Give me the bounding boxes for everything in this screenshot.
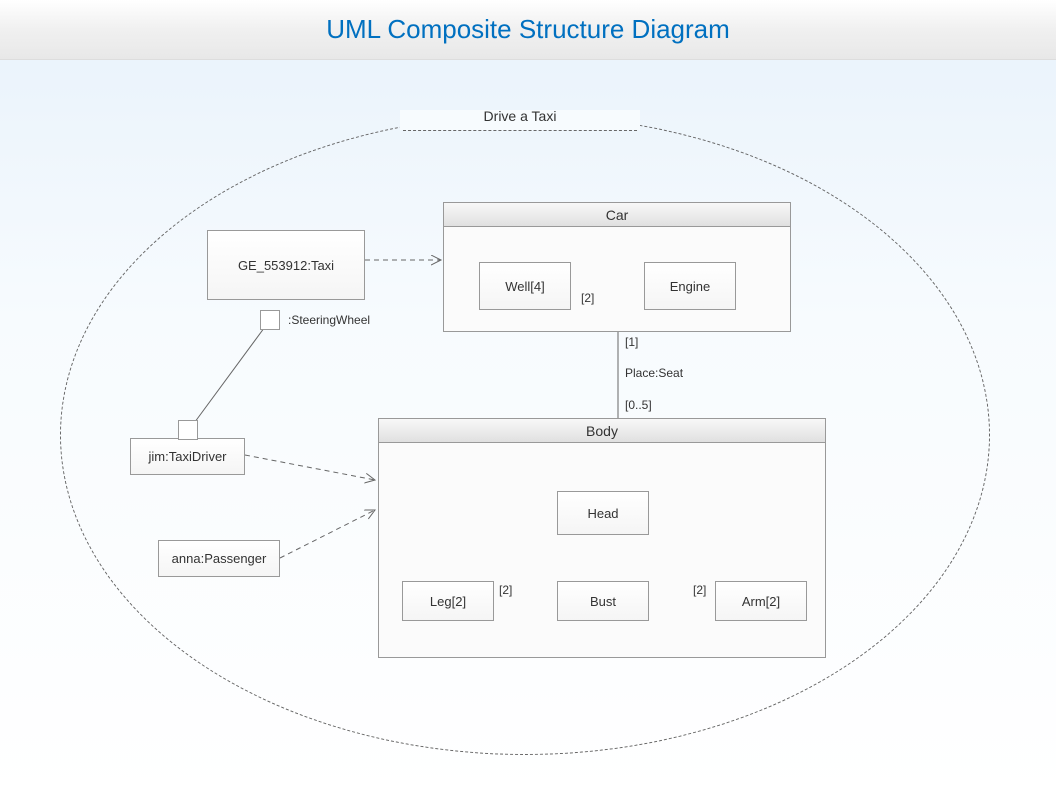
car-title: Car (444, 203, 790, 227)
seat-top-mult: [1] (625, 335, 638, 349)
arm-node: Arm[2] (715, 581, 807, 621)
car-body: Well[4] [2] Engine (444, 227, 790, 331)
head-node: Head (557, 491, 649, 535)
passenger-node: anna:Passenger (158, 540, 280, 577)
engine-label: Engine (670, 279, 710, 294)
taxi-label: GE_553912:Taxi (238, 258, 334, 273)
well-label: Well[4] (505, 279, 545, 294)
driver-port (178, 420, 198, 440)
bust-node: Bust (557, 581, 649, 621)
seat-label: Place:Seat (625, 366, 683, 380)
leg-label: Leg[2] (430, 594, 466, 609)
page-title: UML Composite Structure Diagram (326, 14, 730, 45)
page-header: UML Composite Structure Diagram (0, 0, 1056, 60)
leg-mult: [2] (499, 583, 512, 597)
taxi-port (260, 310, 280, 330)
diagram-canvas: Drive a Taxi GE_553912:Taxi :SteeringWhe… (0, 60, 1056, 794)
seat-bottom-mult: [0..5] (625, 398, 652, 412)
passenger-label: anna:Passenger (172, 551, 267, 566)
well-mult: [2] (581, 291, 594, 305)
head-label: Head (587, 506, 618, 521)
car-composite: Car Well[4] [2] Engine (443, 202, 791, 332)
taxi-node: GE_553912:Taxi (207, 230, 365, 300)
arm-mult: [2] (693, 583, 706, 597)
leg-node: Leg[2] (402, 581, 494, 621)
driver-label: jim:TaxiDriver (149, 449, 227, 464)
body-title: Body (379, 419, 825, 443)
collaboration-label: Drive a Taxi (403, 108, 637, 131)
steering-label: :SteeringWheel (288, 313, 370, 327)
body-composite: Body Head Leg[2] [2] Bust [2] Arm[2] (378, 418, 826, 658)
driver-node: jim:TaxiDriver (130, 438, 245, 475)
arm-label: Arm[2] (742, 594, 780, 609)
bust-label: Bust (590, 594, 616, 609)
engine-node: Engine (644, 262, 736, 310)
body-inner: Head Leg[2] [2] Bust [2] Arm[2] (379, 443, 825, 657)
well-node: Well[4] (479, 262, 571, 310)
